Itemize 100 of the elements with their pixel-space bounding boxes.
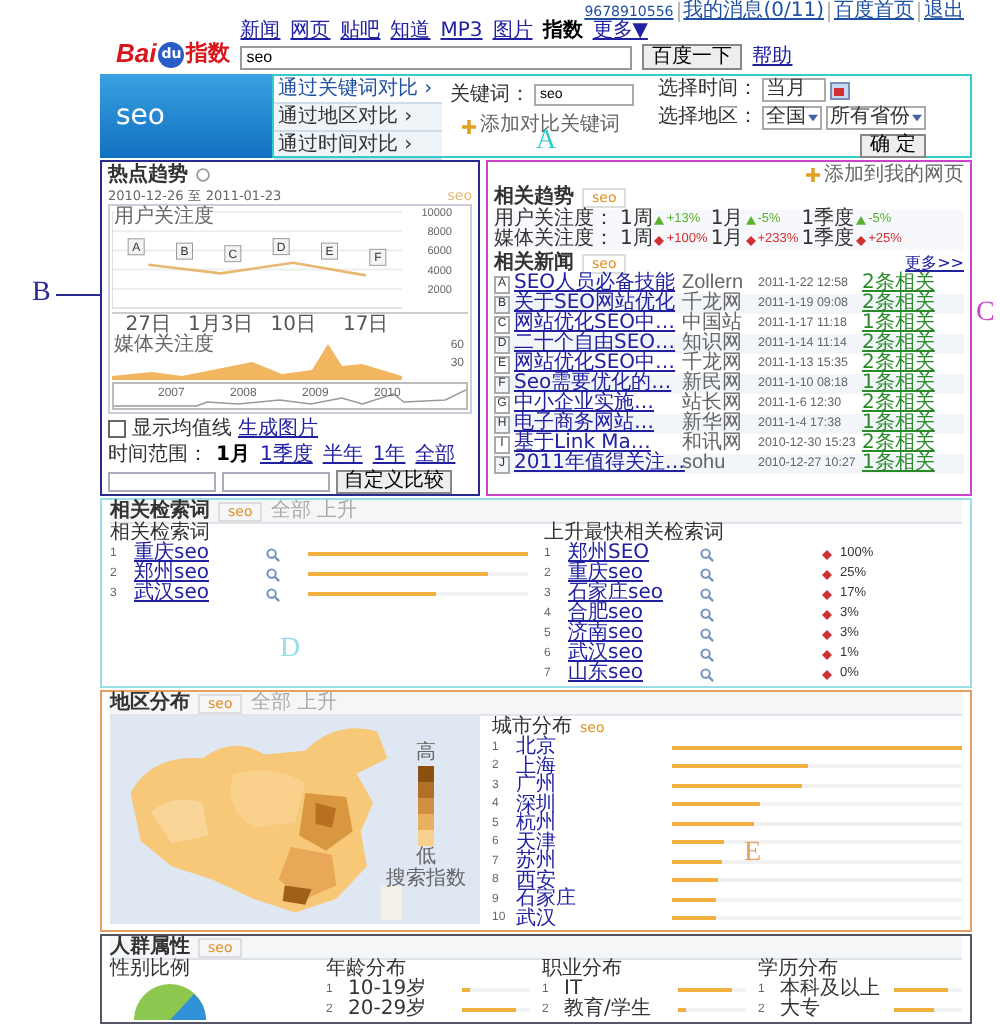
search-icon[interactable] (266, 547, 280, 561)
search-icon[interactable] (700, 627, 714, 641)
news-link[interactable]: SEO人员必备技能 (514, 274, 678, 294)
city-link[interactable]: 天津 (516, 833, 584, 852)
search-field[interactable]: seo (240, 45, 633, 69)
search-icon[interactable] (700, 567, 714, 581)
search-icon[interactable] (700, 587, 714, 601)
province-select[interactable]: 所有省份 (826, 106, 926, 130)
section-title: 相关检索词 (110, 501, 210, 521)
news-link[interactable]: 二十个自由SEO… (514, 334, 678, 354)
keyword-link[interactable]: 济南seo (568, 624, 692, 644)
search-button[interactable]: 百度一下 (642, 44, 743, 70)
confirm-button[interactable]: 确 定 (860, 134, 926, 158)
add-to-page-link[interactable]: 添加到我的网页 (824, 165, 964, 185)
nav-link[interactable]: 图片 (492, 22, 533, 42)
nav-link[interactable]: 网页 (290, 22, 331, 42)
legend-caption: 搜索指数 (386, 870, 466, 890)
news-link[interactable]: 中小企业实施… (514, 394, 678, 414)
compare-button[interactable]: 自定义比较 (336, 469, 452, 493)
checkbox[interactable] (108, 420, 126, 438)
keyword-link[interactable]: 武汉seo (134, 584, 258, 604)
news-link[interactable]: 网站优化SEO中… (514, 354, 678, 374)
section-title: 地区分布 (110, 693, 190, 713)
logo-text: 指数 (186, 40, 231, 68)
related-news-link[interactable]: 2条相关 (862, 434, 964, 454)
more-link[interactable]: 更多>> (905, 253, 964, 273)
news-link[interactable]: 基于Link Ma… (514, 434, 678, 454)
news-source: 中国站 (682, 314, 744, 334)
nav-link[interactable]: 新闻 (240, 22, 281, 42)
range-link[interactable]: 1季度 (257, 445, 315, 465)
user-link[interactable]: 我的消息(0/11) (677, 2, 828, 22)
related-news-link[interactable]: 1条相关 (862, 314, 964, 334)
news-link[interactable]: 2011年值得关注… (514, 454, 678, 474)
time-select[interactable]: 当月 (762, 78, 826, 102)
city-link[interactable]: 苏州 (516, 852, 584, 871)
compare-mode-tab[interactable]: 通过时间对比 › (274, 132, 442, 160)
city-link[interactable]: 石家庄 (516, 890, 584, 909)
city-link[interactable]: 广州 (516, 776, 584, 795)
calendar-icon[interactable] (830, 81, 850, 99)
city-link[interactable]: 武汉 (516, 909, 584, 928)
caret-icon (808, 114, 818, 122)
user-link[interactable]: 退出 (918, 2, 968, 22)
news-link[interactable]: 关于SEO网站优化 (514, 294, 678, 314)
related-news-link[interactable]: 2条相关 (862, 354, 964, 374)
help-icon[interactable] (196, 168, 210, 182)
search-icon[interactable] (700, 547, 714, 561)
search-icon[interactable] (700, 647, 714, 661)
nav-link[interactable]: 知道 (390, 22, 431, 42)
keyword-link[interactable]: 合肥seo (568, 604, 692, 624)
related-news-link[interactable]: 1条相关 (862, 414, 964, 434)
search-icon[interactable] (700, 607, 714, 621)
compare-mode-tab[interactable]: 通过关键词对比 › (274, 76, 442, 104)
news-link[interactable]: 网站优化SEO中… (514, 314, 678, 334)
caret-icon (912, 114, 922, 122)
search-icon[interactable] (266, 587, 280, 601)
related-news-link[interactable]: 1条相关 (862, 374, 964, 394)
region-select[interactable]: 全国 (762, 106, 822, 130)
keyword-link[interactable]: 重庆seo (134, 544, 258, 564)
nav-link[interactable]: 贴吧 (340, 22, 381, 42)
keyword-link[interactable]: 石家庄seo (568, 584, 692, 604)
city-link[interactable]: 上海 (516, 757, 584, 776)
related-news-link[interactable]: 2条相关 (862, 274, 964, 294)
keyword-link[interactable]: 郑州seo (134, 564, 258, 584)
range-link[interactable]: 全部 (413, 445, 458, 465)
x-tick-label: 27日 (125, 316, 171, 336)
filter-options: 全部 上升 (270, 501, 357, 521)
legend-label: 低 (416, 848, 436, 868)
nav-link[interactable]: 指数 (542, 22, 583, 42)
related-news-link[interactable]: 2条相关 (862, 334, 964, 354)
news-link[interactable]: 电子商务网站… (514, 414, 678, 434)
help-link[interactable]: 帮助 (752, 47, 793, 67)
search-icon[interactable] (266, 567, 280, 581)
range-link[interactable]: 1年 (370, 445, 408, 465)
news-source: 千龙网 (682, 294, 744, 314)
related-news-link[interactable]: 2条相关 (862, 394, 964, 414)
keyword-label: 关键词： (450, 85, 530, 105)
nav-link[interactable]: MP3 (440, 22, 483, 42)
related-news-link[interactable]: 2条相关 (862, 294, 964, 314)
news-source: 和讯网 (682, 434, 744, 454)
range-link[interactable]: 1月 (214, 445, 252, 465)
date-field[interactable] (222, 471, 330, 491)
related-news-link[interactable]: 1条相关 (862, 454, 964, 474)
keyword-link[interactable]: 郑州SEO (568, 544, 692, 564)
callout-letter: D (280, 636, 301, 664)
keyword-link[interactable]: 武汉seo (568, 644, 692, 664)
range-link[interactable]: 半年 (320, 445, 365, 465)
keyword-link[interactable]: 山东seo (568, 664, 692, 684)
compare-mode-tab[interactable]: 通过地区对比 › (274, 104, 442, 132)
date-field[interactable] (108, 471, 216, 491)
period-label: 1月 (710, 230, 744, 250)
city-link[interactable]: 杭州 (516, 814, 584, 833)
city-link[interactable]: 北京 (516, 738, 584, 757)
search-icon[interactable] (700, 667, 714, 681)
generate-image-link[interactable]: 生成图片 (238, 419, 318, 439)
nav-link[interactable]: 更多▼ (592, 22, 648, 42)
news-link[interactable]: Seo需要优化的… (514, 374, 678, 394)
city-link[interactable]: 西安 (516, 871, 584, 890)
city-link[interactable]: 深圳 (516, 795, 584, 814)
keyword-link[interactable]: 重庆seo (568, 564, 692, 584)
period-label: 1季度 (801, 230, 855, 250)
